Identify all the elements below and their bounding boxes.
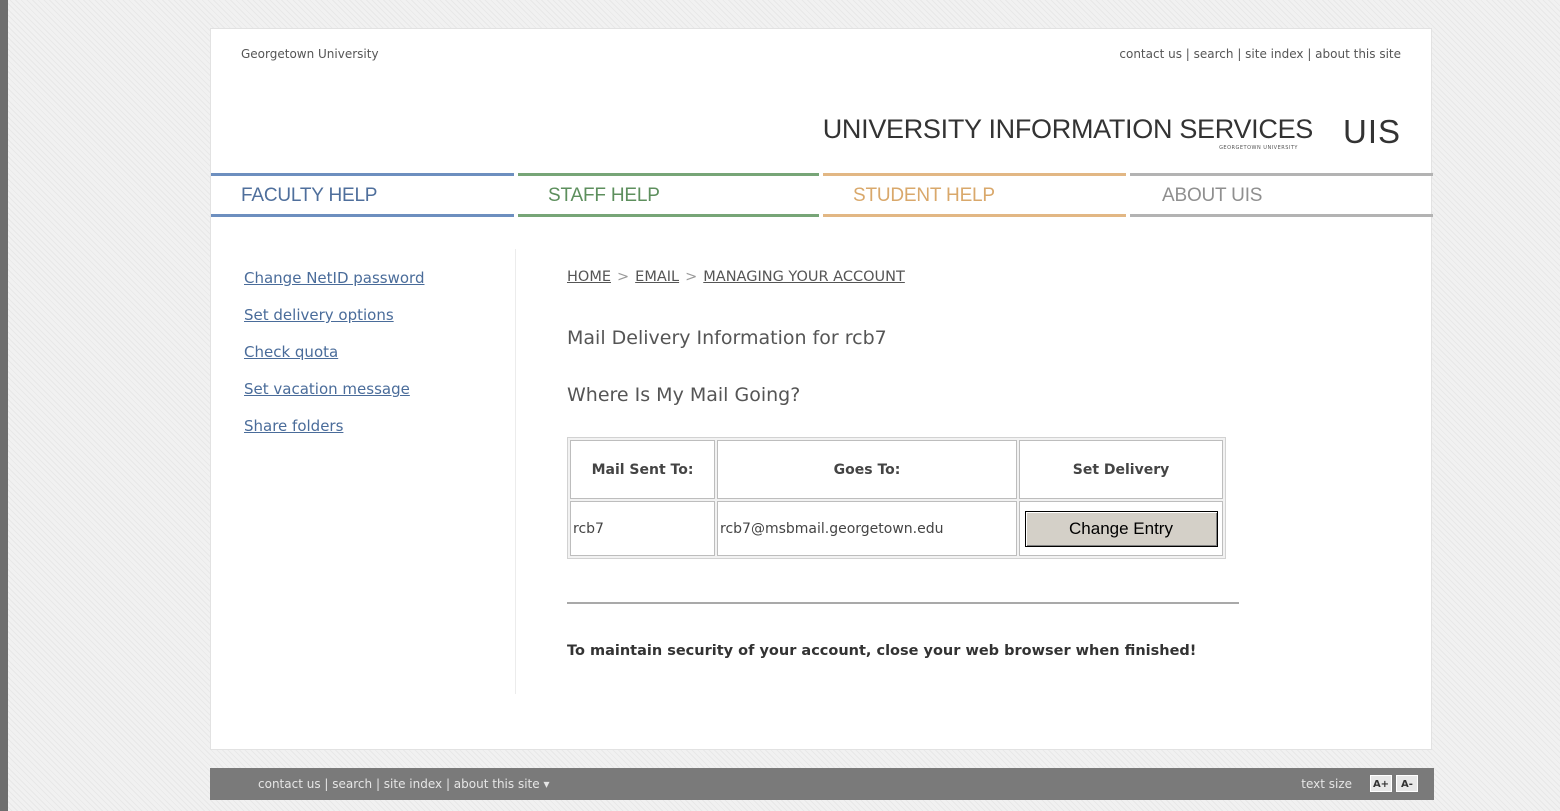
content-divider	[567, 602, 1239, 604]
footer-link-search[interactable]: search	[332, 777, 372, 791]
text-size-label: text size	[1301, 777, 1352, 791]
main-content: HOME > EMAIL > MANAGING YOUR ACCOUNT Mail De…	[567, 269, 1247, 659]
top-link-search[interactable]: search	[1194, 47, 1234, 61]
tab-about-uis[interactable]: ABOUT UIS	[1130, 173, 1433, 217]
uis-logo[interactable]: UIS	[1343, 113, 1401, 151]
window-edge	[0, 0, 8, 811]
column-header-set-delivery: Set Delivery	[1019, 440, 1223, 499]
cell-goes-to: rcb7@msbmail.georgetown.edu	[717, 501, 1017, 556]
tab-student-bottom-bar	[823, 214, 1126, 217]
table-row: rcb7 rcb7@msbmail.georgetown.edu Change …	[570, 501, 1223, 556]
section-heading: Where Is My Mail Going?	[567, 384, 801, 406]
sidebar-item-check-quota[interactable]: Check quota	[244, 343, 424, 361]
tab-student-top-bar	[823, 173, 1126, 176]
footer-link-about[interactable]: about this site	[454, 777, 540, 791]
mail-delivery-table: Mail Sent To: Goes To: Set Delivery rcb7…	[567, 437, 1226, 559]
tab-about-bottom-bar	[1130, 214, 1433, 217]
main-nav: FACULTY HELP STAFF HELP STUDENT HELP ABO…	[211, 173, 1433, 217]
breadcrumb: HOME > EMAIL > MANAGING YOUR ACCOUNT	[567, 269, 1247, 285]
change-entry-button[interactable]: Change Entry	[1024, 510, 1218, 547]
banner-title: UNIVERSITY INFORMATION SERVICES	[822, 114, 1314, 144]
banner-subtitle: GEORGETOWN UNIVERSITY	[1219, 145, 1298, 151]
top-links: contact us | search | site index | about…	[1119, 47, 1401, 61]
org-name: Georgetown University	[241, 47, 379, 61]
top-link-about[interactable]: about this site	[1315, 47, 1401, 61]
sidebar-item-delivery-options[interactable]: Set delivery options	[244, 306, 424, 324]
page-container: Georgetown University contact us | searc…	[210, 28, 1433, 750]
breadcrumb-managing-account[interactable]: MANAGING YOUR ACCOUNT	[703, 269, 905, 285]
sidebar: Change NetID password Set delivery optio…	[244, 269, 424, 454]
text-size-increase-button[interactable]: A+	[1370, 775, 1392, 792]
cell-set-delivery: Change Entry	[1019, 501, 1223, 556]
breadcrumb-separator: >	[685, 269, 698, 285]
column-header-goes-to: Goes To:	[717, 440, 1017, 499]
tab-faculty-bottom-bar	[211, 214, 514, 217]
security-notice: To maintain security of your account, cl…	[567, 643, 1197, 659]
tab-faculty-help[interactable]: FACULTY HELP	[211, 173, 514, 217]
tab-staff-label: STAFF HELP	[548, 185, 660, 206]
breadcrumb-email[interactable]: EMAIL	[635, 269, 679, 285]
footer-links: contact us | search | site index | about…	[258, 777, 550, 791]
cell-sent-to: rcb7	[570, 501, 715, 556]
table-header-row: Mail Sent To: Goes To: Set Delivery	[570, 440, 1223, 499]
tab-about-label: ABOUT UIS	[1162, 185, 1263, 206]
breadcrumb-home[interactable]: HOME	[567, 269, 611, 285]
text-size-decrease-button[interactable]: A-	[1396, 775, 1418, 792]
column-header-sent-to: Mail Sent To:	[570, 440, 715, 499]
breadcrumb-separator: >	[617, 269, 630, 285]
sidebar-item-share-folders[interactable]: Share folders	[244, 417, 424, 435]
top-link-contact[interactable]: contact us	[1119, 47, 1182, 61]
footer-link-site-index[interactable]: site index	[384, 777, 442, 791]
tab-student-help[interactable]: STUDENT HELP	[823, 173, 1126, 217]
tab-faculty-top-bar	[211, 173, 514, 176]
page-title: Mail Delivery Information for rcb7	[567, 327, 887, 349]
tab-staff-help[interactable]: STAFF HELP	[518, 173, 819, 217]
sidebar-item-change-password[interactable]: Change NetID password	[244, 269, 424, 287]
tab-student-label: STUDENT HELP	[853, 185, 995, 206]
tab-about-top-bar	[1130, 173, 1433, 176]
sidebar-item-vacation-message[interactable]: Set vacation message	[244, 380, 424, 398]
footer-link-contact[interactable]: contact us	[258, 777, 321, 791]
footer-bar: contact us | search | site index | about…	[210, 768, 1434, 800]
sidebar-divider	[515, 249, 516, 694]
tab-staff-bottom-bar	[518, 214, 819, 217]
top-link-site-index[interactable]: site index	[1245, 47, 1303, 61]
tab-staff-top-bar	[518, 173, 819, 176]
tab-faculty-label: FACULTY HELP	[241, 185, 378, 206]
